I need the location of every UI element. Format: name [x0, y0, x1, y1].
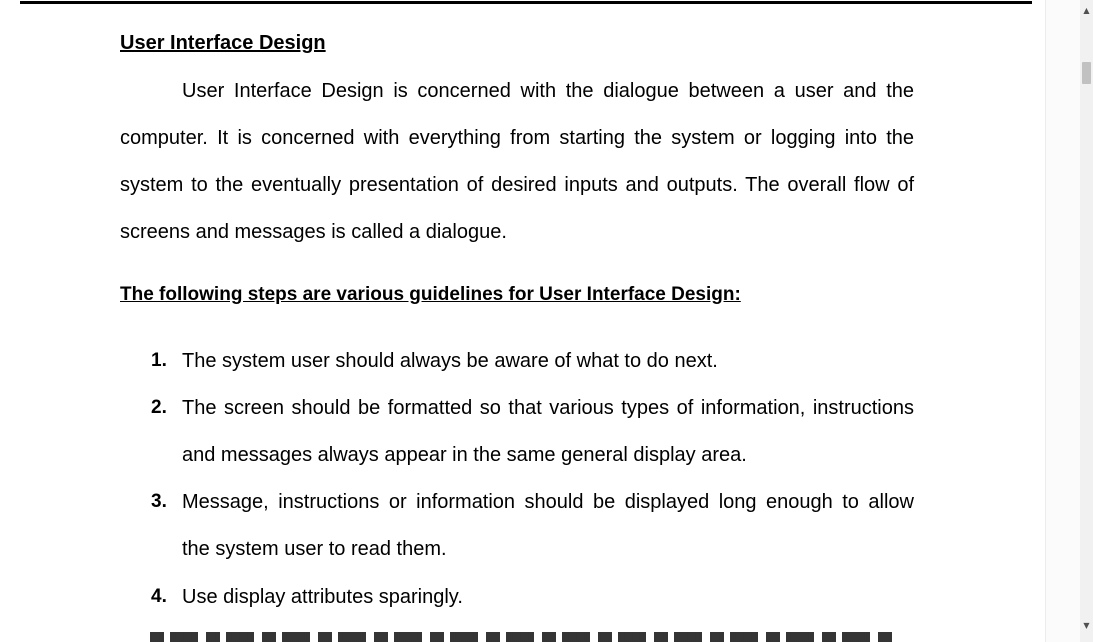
paragraph-line: screens and messages is called a dialogu…	[120, 221, 507, 243]
list-item-text: the system user to read them.	[182, 538, 447, 560]
paragraph-line: system to the eventually presentation of…	[120, 174, 914, 196]
list-item-text: Use display attributes sparingly.	[182, 586, 463, 608]
list-item-number: 2.	[151, 397, 167, 418]
list-item-number: 4.	[151, 586, 167, 607]
paragraph-line: computer. It is concerned with everythin…	[120, 127, 914, 149]
list-item-text: The screen should be formatted so that v…	[182, 397, 914, 419]
scroll-down-icon[interactable]: ▼	[1080, 620, 1093, 632]
document-page: User Interface Design User Interface Des…	[0, 0, 1045, 642]
vertical-scrollbar[interactable]: ▲ ▼	[1080, 0, 1093, 642]
list-item-text: The system user should always be aware o…	[182, 350, 718, 372]
list-item-number: 1.	[151, 350, 167, 371]
document-viewport: User Interface Design User Interface Des…	[0, 0, 1093, 642]
scroll-thumb[interactable]	[1082, 62, 1091, 84]
list-item-text: Message, instructions or information sho…	[182, 491, 914, 513]
list-item-text: and messages always appear in the same g…	[182, 444, 747, 466]
guidelines-subheading: The following steps are various guidelin…	[120, 284, 741, 305]
list-item-number: 3.	[151, 491, 167, 512]
page-margin	[1045, 0, 1081, 642]
clipped-text-line	[150, 632, 898, 642]
scroll-up-icon[interactable]: ▲	[1080, 5, 1093, 17]
section-heading: User Interface Design	[120, 32, 326, 54]
top-border-line	[20, 1, 1032, 4]
paragraph-line: User Interface Design is concerned with …	[182, 80, 914, 102]
